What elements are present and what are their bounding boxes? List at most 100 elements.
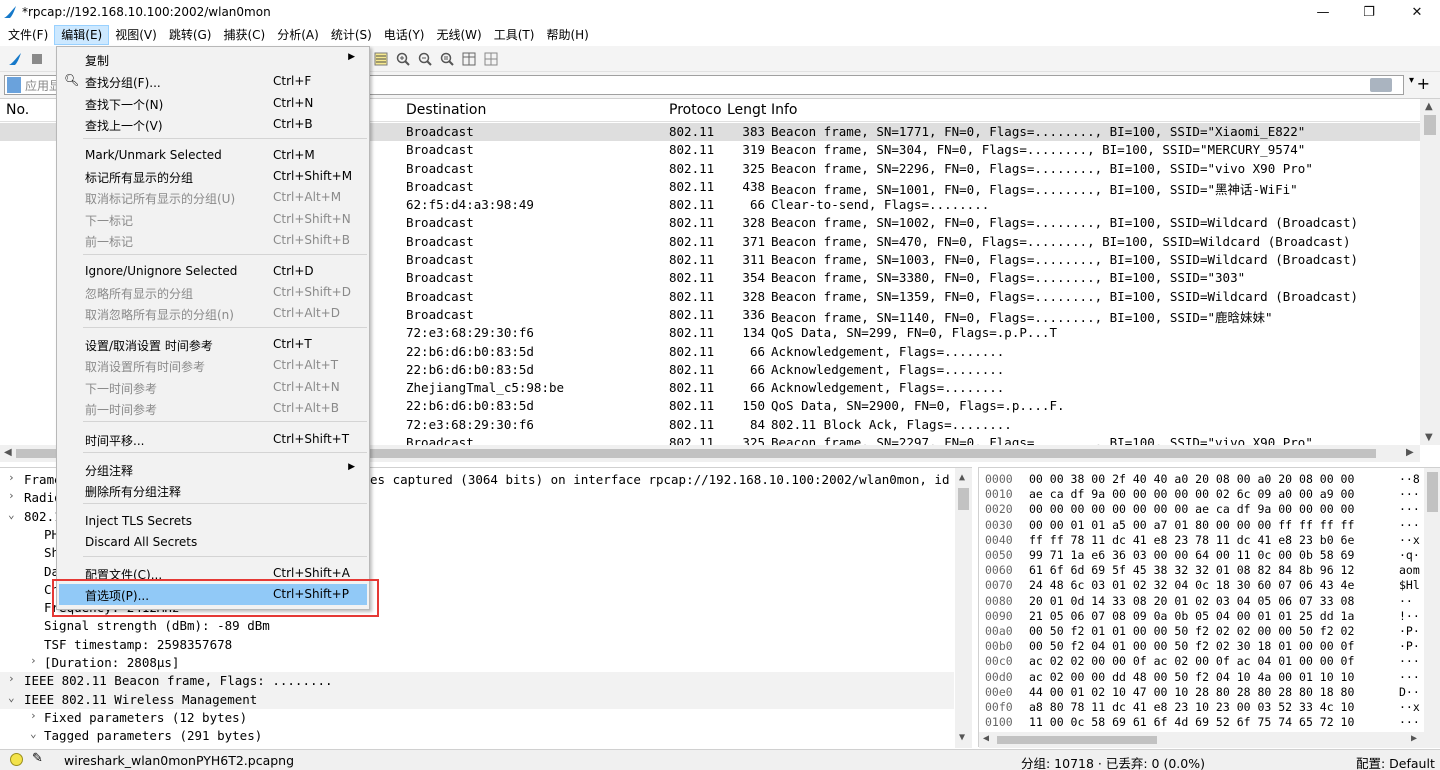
hex-ascii[interactable]: ···	[1399, 502, 1420, 516]
edit-menu-item[interactable]: 设置/取消设置 时间参考 Ctrl+T	[59, 334, 367, 355]
edit-menu-item[interactable]: 🔍︎ 查找分组(F)... Ctrl+F	[59, 71, 367, 92]
detail-scroll-thumb[interactable]	[958, 488, 969, 510]
menu-help[interactable]: 帮助(H)	[540, 25, 594, 45]
hex-ascii[interactable]: ···	[1399, 518, 1420, 532]
menu-go[interactable]: 跳转(G)	[163, 25, 218, 45]
stop-capture-button[interactable]	[26, 48, 48, 70]
edit-menu-item[interactable]: 时间平移... Ctrl+Shift+T	[59, 429, 367, 450]
hex-bytes[interactable]: 00 00 01 01 a5 00 a7 01 80 00 00 00 ff f…	[1029, 518, 1354, 532]
hex-bytes[interactable]: 20 01 0d 14 33 08 20 01 02 03 04 05 06 0…	[1029, 594, 1354, 608]
zoom-out-button[interactable]	[414, 48, 436, 70]
hex-bytes[interactable]: ae ca df 9a 00 00 00 00 00 02 6c 09 a0 0…	[1029, 487, 1354, 501]
bytes-vscroll[interactable]	[1424, 468, 1440, 732]
collapse-chevron-icon[interactable]: ⌄	[8, 508, 15, 521]
hex-ascii[interactable]: ···	[1399, 654, 1420, 668]
bytes-scroll-thumb[interactable]	[1427, 472, 1438, 512]
hex-ascii[interactable]: ··8	[1399, 472, 1420, 486]
menu-wireless[interactable]: 无线(W)	[431, 25, 488, 45]
hex-ascii[interactable]: ··	[1399, 594, 1413, 608]
packet-list-vscroll[interactable]: ▲ ▼	[1420, 99, 1440, 445]
bytes-hscroll-thumb[interactable]	[997, 736, 1157, 744]
hex-offset[interactable]: 00a0	[985, 624, 1013, 638]
expand-chevron-icon[interactable]: ›	[8, 672, 15, 685]
hex-offset[interactable]: 00e0	[985, 685, 1013, 699]
hex-ascii[interactable]: ·P·	[1399, 624, 1420, 638]
detail-tree-item[interactable]: › Fixed parameters (12 bytes)	[0, 709, 954, 727]
normal-size-button[interactable]	[436, 48, 458, 70]
layout-button[interactable]	[480, 48, 502, 70]
detail-tree-item[interactable]: ⌄ Tagged parameters (291 bytes)	[0, 727, 954, 745]
hex-ascii[interactable]: ·q·	[1399, 548, 1420, 562]
add-filter-button-icon[interactable]: +	[1417, 74, 1430, 93]
hex-bytes[interactable]: ff ff 78 11 dc 41 e8 23 78 11 dc 41 e8 2…	[1029, 533, 1354, 547]
scroll-thumb[interactable]	[1424, 115, 1436, 135]
hex-offset[interactable]: 00c0	[985, 654, 1013, 668]
hex-offset[interactable]: 0000	[985, 472, 1013, 486]
collapse-chevron-icon[interactable]: ⌄	[8, 691, 15, 704]
edit-menu-item[interactable]: Ignore/Unignore Selected Ctrl+D	[59, 261, 367, 282]
minimize-button[interactable]: —	[1300, 0, 1346, 24]
edit-menu-item[interactable]: 查找上一个(V) Ctrl+B	[59, 114, 367, 135]
hex-ascii[interactable]: ··x	[1399, 700, 1420, 714]
detail-tree-item[interactable]: › IEEE 802.11 Beacon frame, Flags: ......…	[0, 672, 954, 691]
scroll-right-icon[interactable]: ▶	[1406, 447, 1414, 458]
edit-menu-item[interactable]: 删除所有分组注释	[59, 480, 367, 501]
hex-bytes[interactable]: 21 05 06 07 08 09 0a 0b 05 04 00 01 01 2…	[1029, 609, 1354, 623]
filter-dropdown-icon[interactable]: ▾	[1409, 75, 1414, 86]
bytes-scroll-left-icon[interactable]: ◀	[983, 733, 989, 744]
detail-tree-item[interactable]: ⌄ IEEE 802.11 Wireless Management	[0, 690, 954, 709]
menu-tools[interactable]: 工具(T)	[488, 25, 541, 45]
menu-telephony[interactable]: 电话(Y)	[378, 25, 431, 45]
zoom-in-button[interactable]	[392, 48, 414, 70]
bytes-scroll-right-icon[interactable]: ▶	[1411, 733, 1417, 744]
col-header-length[interactable]: Lengt	[727, 102, 766, 118]
close-button[interactable]: ✕	[1394, 0, 1440, 24]
hex-offset[interactable]: 0100	[985, 715, 1013, 729]
apply-filter-arrow-icon[interactable]	[1370, 78, 1392, 92]
hex-bytes[interactable]: 61 6f 6d 69 5f 45 38 32 32 01 08 82 84 8…	[1029, 563, 1354, 577]
colorize-button[interactable]	[370, 48, 392, 70]
col-header-no[interactable]: No.	[6, 102, 29, 118]
expand-chevron-icon[interactable]: ›	[30, 709, 37, 722]
col-header-destination[interactable]: Destination	[406, 102, 486, 118]
hex-offset[interactable]: 0010	[985, 487, 1013, 501]
hex-bytes[interactable]: 00 00 38 00 2f 40 40 a0 20 08 00 a0 20 0…	[1029, 472, 1354, 486]
expand-chevron-icon[interactable]: ›	[30, 654, 37, 667]
scroll-down-icon[interactable]: ▼	[1425, 432, 1433, 443]
detail-tree-item[interactable]: TSF timestamp: 2598357678	[0, 636, 954, 654]
resize-columns-button[interactable]	[458, 48, 480, 70]
menu-edit[interactable]: 编辑(E)	[54, 25, 110, 45]
detail-vscroll[interactable]: ▲ ▼	[955, 468, 972, 748]
hex-ascii[interactable]: D··	[1399, 685, 1420, 699]
hex-offset[interactable]: 0040	[985, 533, 1013, 547]
hex-ascii[interactable]: ···	[1399, 670, 1420, 684]
detail-tree-item[interactable]: Signal strength (dBm): -89 dBm	[0, 617, 954, 635]
edit-menu-item[interactable]: 标记所有显示的分组 Ctrl+Shift+M	[59, 166, 367, 187]
hex-offset[interactable]: 0050	[985, 548, 1013, 562]
edit-comment-icon[interactable]: ✎	[32, 751, 43, 766]
menu-capture[interactable]: 捕获(C)	[217, 25, 271, 45]
hex-bytes[interactable]: 11 00 0c 58 69 61 6f 4d 69 52 6f 75 74 6…	[1029, 715, 1354, 729]
detail-tree-item[interactable]: › [Duration: 2808µs]	[0, 654, 954, 672]
bytes-hscroll[interactable]: ◀ ▶	[979, 732, 1440, 748]
start-capture-button[interactable]	[4, 48, 26, 70]
status-profile[interactable]: 配置: Default	[1356, 753, 1435, 770]
menu-file[interactable]: 文件(F)	[2, 25, 54, 45]
hex-bytes[interactable]: 00 00 00 00 00 00 00 00 ae ca df 9a 00 0…	[1029, 502, 1354, 516]
scroll-left-icon[interactable]: ◀	[4, 447, 12, 458]
collapse-chevron-icon[interactable]: ⌄	[30, 727, 37, 740]
hex-bytes[interactable]: 00 50 f2 01 01 00 00 50 f2 02 02 00 00 5…	[1029, 624, 1354, 638]
hex-ascii[interactable]: aom	[1399, 563, 1420, 577]
edit-menu-item[interactable]: Inject TLS Secrets	[59, 511, 367, 532]
hex-bytes[interactable]: 99 71 1a e6 36 03 00 00 64 00 11 0c 00 0…	[1029, 548, 1354, 562]
hex-bytes[interactable]: ac 02 00 00 dd 48 00 50 f2 04 10 4a 00 0…	[1029, 670, 1354, 684]
hex-offset[interactable]: 0060	[985, 563, 1013, 577]
hex-bytes[interactable]: 44 00 01 02 10 47 00 10 28 80 28 80 28 8…	[1029, 685, 1354, 699]
menu-statistics[interactable]: 统计(S)	[325, 25, 378, 45]
edit-menu-item[interactable]: 查找下一个(N) Ctrl+N	[59, 93, 367, 114]
restore-button[interactable]: ❐	[1346, 0, 1392, 24]
hex-offset[interactable]: 0090	[985, 609, 1013, 623]
hex-ascii[interactable]: ·P·	[1399, 639, 1420, 653]
col-header-info[interactable]: Info	[771, 102, 798, 118]
hex-bytes[interactable]: 00 50 f2 04 01 00 00 50 f2 02 30 18 01 0…	[1029, 639, 1354, 653]
